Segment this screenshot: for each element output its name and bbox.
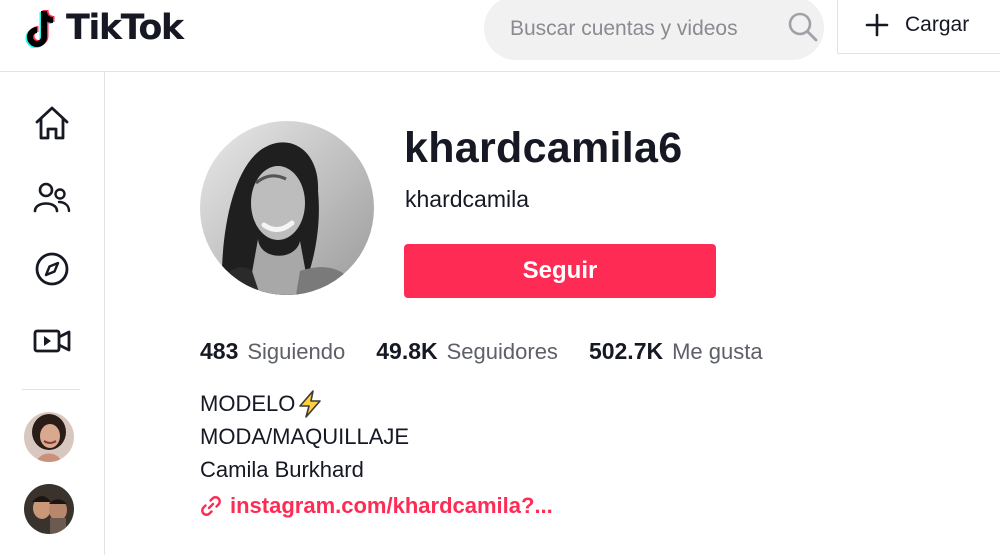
- profile-subtitle: khardcamila: [405, 186, 529, 212]
- bio-text: MODA/MAQUILLAJE: [200, 424, 410, 449]
- plus-icon: [865, 13, 889, 37]
- bio-line: MODA/MAQUILLAJE: [200, 420, 409, 453]
- upload-button[interactable]: Cargar: [837, 0, 1000, 54]
- stat-label: Siguiendo: [247, 339, 346, 364]
- profile-avatar: [200, 121, 374, 295]
- profile-link[interactable]: instagram.com/khardcamila?...: [200, 493, 553, 519]
- stat-label: Me gusta: [672, 339, 763, 364]
- tiktok-logo[interactable]: TikTok: [22, 6, 184, 50]
- lightning-icon: [299, 389, 322, 418]
- stat-label: Seguidores: [446, 339, 558, 364]
- stat-value: 483: [200, 338, 239, 364]
- profile-title: khardcamila6: [404, 124, 683, 172]
- profile-photo: [200, 121, 374, 295]
- brand-name: TikTok: [66, 8, 184, 48]
- tiktok-note-icon: [25, 9, 55, 48]
- stat-likes: 502.7K Me gusta: [589, 338, 763, 365]
- stat-value: 502.7K: [588, 338, 664, 364]
- search-input[interactable]: [508, 14, 772, 44]
- avatar[interactable]: [24, 412, 74, 462]
- bio-text: Camila Burkhard: [200, 457, 364, 482]
- profile-bio: MODELO MODA/MAQUILLAJE Camila Burkhard: [200, 387, 409, 486]
- bio-line: MODELO: [200, 387, 409, 420]
- explore-icon[interactable]: [32, 249, 72, 289]
- avatar[interactable]: [24, 484, 74, 534]
- stat-following[interactable]: 483 Siguiendo: [200, 338, 345, 365]
- following-icon[interactable]: [32, 177, 72, 217]
- profile-stats: 483 Siguiendo 49.8K Seguidores 502.7K Me…: [200, 338, 794, 365]
- bio-line: Camila Burkhard: [200, 453, 409, 486]
- stat-value: 49.8K: [376, 338, 438, 364]
- home-icon[interactable]: [32, 104, 72, 144]
- stat-followers[interactable]: 49.8K Seguidores: [376, 338, 558, 365]
- follow-button[interactable]: Seguir: [404, 244, 716, 298]
- link-icon: [201, 496, 221, 516]
- upload-label: Cargar: [905, 13, 970, 36]
- search-icon[interactable]: [786, 10, 820, 44]
- live-icon[interactable]: [32, 321, 72, 361]
- sidebar-divider: [22, 389, 80, 390]
- bio-text: MODELO: [200, 391, 296, 416]
- avatar-photo: [24, 412, 74, 462]
- sidebar: [0, 72, 105, 555]
- top-bar: TikTok Cargar: [0, 0, 1000, 72]
- link-text: instagram.com/khardcamila?...: [230, 493, 553, 518]
- search-bar: [484, 0, 824, 60]
- avatar-photo: [24, 484, 74, 534]
